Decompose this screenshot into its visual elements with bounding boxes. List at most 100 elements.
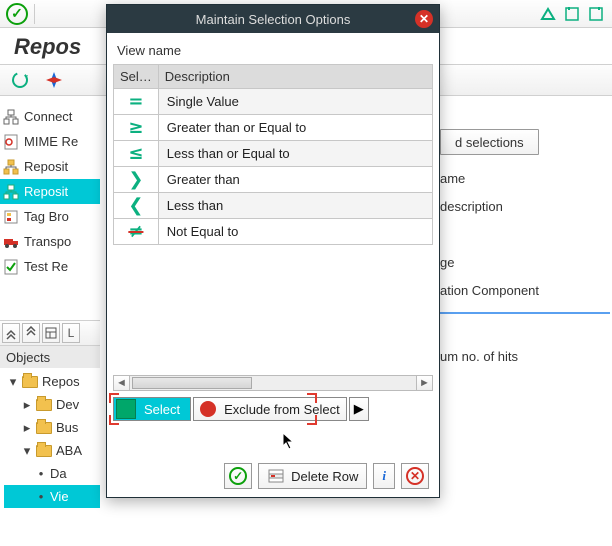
option-row[interactable]: =Single Value bbox=[114, 89, 433, 115]
select-button[interactable]: Select bbox=[113, 397, 191, 421]
divider bbox=[34, 4, 35, 24]
tree-row[interactable]: • Vie bbox=[4, 485, 100, 508]
sidebar-item-connect[interactable]: Connect bbox=[0, 104, 100, 129]
page-next-icon[interactable] bbox=[586, 4, 606, 24]
dialog-titlebar[interactable]: Maintain Selection Options ✕ bbox=[107, 5, 439, 33]
tree-label: Da bbox=[50, 466, 67, 481]
sidebar-item-test[interactable]: Test Re bbox=[0, 254, 100, 279]
bg-label: um no. of hits bbox=[440, 342, 610, 370]
expand-icon[interactable]: ▸ bbox=[22, 397, 32, 413]
object-tree: ▾Repos ▸ Dev ▸ Bus ▾ABA • Da • Vie bbox=[0, 368, 100, 508]
option-symbol: ≠ bbox=[114, 219, 159, 245]
col-header-sel[interactable]: Sel… bbox=[114, 65, 159, 89]
right-panel: d selections ame description ge ation Co… bbox=[440, 100, 610, 370]
view-name-label: View name bbox=[117, 43, 429, 58]
bg-label: ation Component bbox=[440, 276, 610, 304]
dialog-button-row: ✓ Delete Row i ✕ bbox=[113, 463, 433, 489]
bullet-icon: • bbox=[36, 466, 46, 481]
tree-label: Vie bbox=[50, 489, 69, 504]
scroll-track[interactable] bbox=[130, 376, 416, 390]
option-row[interactable]: ≤Less than or Equal to bbox=[114, 141, 433, 167]
delete-row-icon bbox=[267, 468, 285, 484]
tag-icon bbox=[2, 208, 20, 226]
option-desc: Greater than or Equal to bbox=[158, 115, 432, 141]
sidebar-item-transport[interactable]: Transpo bbox=[0, 229, 100, 254]
hierarchy-icon bbox=[2, 183, 20, 201]
collapse-icon[interactable]: ▾ bbox=[22, 443, 32, 459]
sidebar-item-label: Connect bbox=[24, 109, 72, 124]
options-table: Sel… Description =Single Value≥Greater t… bbox=[113, 64, 433, 245]
tree-row[interactable]: • Da bbox=[4, 462, 100, 485]
tree-label: Dev bbox=[56, 397, 79, 412]
selection-options-dialog: Maintain Selection Options ✕ View name S… bbox=[106, 4, 440, 498]
page-up-icon[interactable] bbox=[538, 4, 558, 24]
sidebar-item-tag[interactable]: Tag Bro bbox=[0, 204, 100, 229]
collapse-all-icon[interactable] bbox=[2, 323, 20, 343]
info-button[interactable]: i bbox=[373, 463, 395, 489]
tree-row[interactable]: ▸ Bus bbox=[4, 416, 100, 439]
option-desc: Greater than bbox=[158, 167, 432, 193]
bullet-icon: • bbox=[36, 489, 46, 504]
scroll-thumb[interactable] bbox=[132, 377, 252, 389]
option-symbol: ≤ bbox=[114, 141, 159, 167]
compass-icon[interactable] bbox=[44, 70, 64, 90]
bg-label: ge bbox=[440, 248, 610, 276]
objects-header: Objects bbox=[0, 346, 100, 368]
sidebar-item-reposit-1[interactable]: Reposit bbox=[0, 154, 100, 179]
include-icon bbox=[116, 399, 136, 419]
select-label: Select bbox=[144, 402, 180, 417]
folder-icon bbox=[36, 422, 52, 434]
option-desc: Single Value bbox=[158, 89, 432, 115]
collapse-icon[interactable]: ▾ bbox=[8, 374, 18, 390]
scroll-right-icon[interactable]: ► bbox=[416, 376, 432, 390]
bg-label: description bbox=[440, 192, 610, 220]
selections-button[interactable]: d selections bbox=[440, 129, 539, 155]
dialog-body: View name Sel… Description =Single Value… bbox=[107, 33, 439, 497]
scroll-left-icon[interactable]: ◄ bbox=[114, 376, 130, 390]
check-icon: ✓ bbox=[229, 467, 247, 485]
tree-label: Bus bbox=[56, 420, 78, 435]
page-prev-icon[interactable] bbox=[562, 4, 582, 24]
option-row[interactable]: ❮Less than bbox=[114, 193, 433, 219]
sidebar-item-mime[interactable]: MIME Re bbox=[0, 129, 100, 154]
expand-icon[interactable]: ▸ bbox=[22, 420, 32, 436]
cancel-icon: ✕ bbox=[406, 467, 424, 485]
delete-row-label: Delete Row bbox=[291, 469, 358, 484]
spacer bbox=[113, 245, 433, 375]
option-desc: Less than bbox=[158, 193, 432, 219]
refresh-icon[interactable] bbox=[10, 70, 30, 90]
sidebar-item-label: MIME Re bbox=[24, 134, 78, 149]
close-icon[interactable]: ✕ bbox=[415, 10, 433, 28]
bg-button-row: d selections bbox=[440, 128, 610, 156]
ok-icon[interactable]: ✓ bbox=[6, 3, 28, 25]
folder-icon bbox=[36, 445, 52, 457]
nav-controls: L bbox=[0, 320, 100, 346]
cancel-button[interactable]: ✕ bbox=[401, 463, 429, 489]
option-symbol: = bbox=[114, 89, 159, 115]
more-icon[interactable]: L bbox=[62, 323, 80, 343]
col-header-desc[interactable]: Description bbox=[158, 65, 432, 89]
tree-row[interactable]: ▸ Dev bbox=[4, 393, 100, 416]
option-desc: Not Equal to bbox=[158, 219, 432, 245]
sidebar-item-label: Reposit bbox=[24, 159, 68, 174]
hierarchy-icon bbox=[2, 158, 20, 176]
exclude-icon bbox=[200, 401, 216, 417]
option-row[interactable]: ❯Greater than bbox=[114, 167, 433, 193]
tree-row[interactable]: ▾ABA bbox=[4, 439, 100, 462]
sidebar-item-reposit-2[interactable]: Reposit bbox=[0, 179, 100, 204]
ok-button[interactable]: ✓ bbox=[224, 463, 252, 489]
options-tbody: =Single Value≥Greater than or Equal to≤L… bbox=[114, 89, 433, 245]
exclude-button[interactable]: Exclude from Select bbox=[193, 397, 347, 421]
option-row[interactable]: ≥Greater than or Equal to bbox=[114, 115, 433, 141]
more-options-icon[interactable]: ▶ bbox=[349, 397, 369, 421]
expand-all-icon[interactable] bbox=[22, 323, 40, 343]
right-icon-bar bbox=[538, 4, 606, 24]
tree-row[interactable]: ▾Repos bbox=[4, 370, 100, 393]
option-row[interactable]: ≠Not Equal to bbox=[114, 219, 433, 245]
truck-icon bbox=[2, 233, 20, 251]
hierarchy-icon bbox=[2, 108, 20, 126]
folder-icon bbox=[22, 376, 38, 388]
horizontal-scrollbar[interactable]: ◄ ► bbox=[113, 375, 433, 391]
layout-icon[interactable] bbox=[42, 323, 60, 343]
delete-row-button[interactable]: Delete Row bbox=[258, 463, 367, 489]
